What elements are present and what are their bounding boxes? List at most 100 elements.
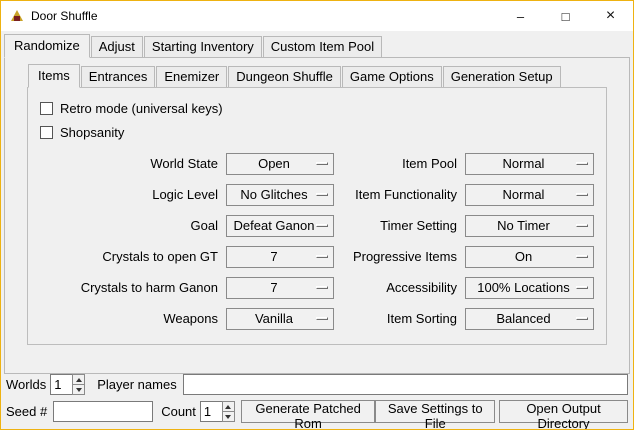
maximize-button[interactable]: □ — [543, 1, 588, 31]
crystals-harm-ganon-dropdown[interactable]: 7 — [226, 277, 334, 299]
weapons-label: Weapons — [40, 303, 218, 334]
progressive-items-value: On — [515, 249, 532, 264]
goal-value: Defeat Ganon — [234, 218, 315, 233]
dropdown-indicator-icon — [316, 162, 328, 165]
items-tab-content: Retro mode (universal keys) Shopsanity W… — [27, 87, 607, 345]
tab-enemizer[interactable]: Enemizer — [156, 66, 227, 87]
close-button[interactable]: × — [588, 1, 633, 31]
shopsanity-checkbox[interactable]: Shopsanity — [40, 120, 594, 144]
worlds-row: Worlds Player names — [6, 373, 628, 396]
tab-entrances[interactable]: Entrances — [81, 66, 156, 87]
spin-up-icon — [225, 405, 231, 409]
bottom-controls: Worlds Player names Seed # Count — [6, 373, 628, 423]
accessibility-label: Accessibility — [342, 272, 457, 303]
weapons-dropdown[interactable]: Vanilla — [226, 308, 334, 330]
dropdown-indicator-icon — [576, 224, 588, 227]
options-grid: World State Open Item Pool Normal Logic … — [40, 148, 594, 334]
item-sorting-dropdown[interactable]: Balanced — [465, 308, 594, 330]
world-state-dropdown[interactable]: Open — [226, 153, 334, 175]
dropdown-indicator-icon — [576, 317, 588, 320]
worlds-spin-up-button[interactable] — [72, 374, 85, 385]
primary-tab-bar: Randomize Adjust Starting Inventory Cust… — [1, 31, 633, 57]
dropdown-indicator-icon — [316, 317, 328, 320]
minimize-button[interactable]: – — [498, 1, 543, 31]
item-functionality-label: Item Functionality — [342, 179, 457, 210]
tab-starting-inventory[interactable]: Starting Inventory — [144, 36, 262, 57]
player-names-label: Player names — [97, 377, 176, 392]
spin-up-icon — [76, 378, 82, 382]
seed-row: Seed # Count Generate Patched Rom Save S… — [6, 400, 628, 423]
tab-items[interactable]: Items — [28, 64, 80, 88]
tab-custom-item-pool[interactable]: Custom Item Pool — [263, 36, 382, 57]
crystals-open-gt-dropdown[interactable]: 7 — [226, 246, 334, 268]
item-functionality-value: Normal — [503, 187, 545, 202]
item-pool-label: Item Pool — [342, 148, 457, 179]
worlds-label: Worlds — [6, 377, 46, 392]
logic-level-label: Logic Level — [40, 179, 218, 210]
crystals-harm-ganon-value: 7 — [270, 280, 277, 295]
dropdown-indicator-icon — [316, 255, 328, 258]
dropdown-indicator-icon — [576, 193, 588, 196]
timer-setting-dropdown[interactable]: No Timer — [465, 215, 594, 237]
worlds-stepper — [50, 374, 85, 395]
save-settings-button[interactable]: Save Settings to File — [375, 400, 495, 423]
dropdown-indicator-icon — [316, 193, 328, 196]
count-stepper — [200, 401, 235, 422]
accessibility-dropdown[interactable]: 100% Locations — [465, 277, 594, 299]
dropdown-indicator-icon — [576, 286, 588, 289]
progressive-items-label: Progressive Items — [342, 241, 457, 272]
open-output-directory-button[interactable]: Open Output Directory — [499, 400, 628, 423]
item-pool-value: Normal — [503, 156, 545, 171]
crystals-open-gt-value: 7 — [270, 249, 277, 264]
crystals-open-gt-label: Crystals to open GT — [40, 241, 218, 272]
worlds-spin-down-button[interactable] — [72, 385, 85, 395]
timer-setting-value: No Timer — [497, 218, 550, 233]
crystals-harm-ganon-label: Crystals to harm Ganon — [40, 272, 218, 303]
dropdown-indicator-icon — [576, 255, 588, 258]
door-shuffle-window: Door Shuffle – □ × Randomize Adjust Star… — [0, 0, 634, 430]
retro-mode-label: Retro mode (universal keys) — [60, 101, 223, 116]
goal-label: Goal — [40, 210, 218, 241]
weapons-value: Vanilla — [255, 311, 293, 326]
player-names-input[interactable] — [183, 374, 628, 395]
world-state-label: World State — [40, 148, 218, 179]
goal-dropdown[interactable]: Defeat Ganon — [226, 215, 334, 237]
dropdown-indicator-icon — [576, 162, 588, 165]
logic-level-value: No Glitches — [240, 187, 307, 202]
titlebar: Door Shuffle – □ × — [1, 1, 633, 31]
seed-input[interactable] — [53, 401, 153, 422]
timer-setting-label: Timer Setting — [342, 210, 457, 241]
window-controls: – □ × — [498, 1, 633, 31]
seed-label: Seed # — [6, 404, 47, 419]
worlds-input[interactable] — [50, 374, 72, 395]
progressive-items-dropdown[interactable]: On — [465, 246, 594, 268]
window-title: Door Shuffle — [31, 9, 98, 23]
spin-down-icon — [225, 415, 231, 419]
tab-randomize[interactable]: Randomize — [4, 34, 90, 58]
item-pool-dropdown[interactable]: Normal — [465, 153, 594, 175]
logic-level-dropdown[interactable]: No Glitches — [226, 184, 334, 206]
tab-adjust[interactable]: Adjust — [91, 36, 143, 57]
item-functionality-dropdown[interactable]: Normal — [465, 184, 594, 206]
count-input[interactable] — [200, 401, 222, 422]
accessibility-value: 100% Locations — [477, 280, 570, 295]
retro-mode-checkbox[interactable]: Retro mode (universal keys) — [40, 96, 594, 120]
count-spin-up-button[interactable] — [222, 401, 235, 412]
shopsanity-label: Shopsanity — [60, 125, 124, 140]
item-sorting-label: Item Sorting — [342, 303, 457, 334]
spin-down-icon — [76, 388, 82, 392]
dropdown-indicator-icon — [316, 224, 328, 227]
checkbox-box-icon — [40, 102, 53, 115]
item-sorting-value: Balanced — [496, 311, 550, 326]
generate-patched-rom-button[interactable]: Generate Patched Rom — [241, 400, 375, 423]
world-state-value: Open — [258, 156, 290, 171]
tab-generation-setup[interactable]: Generation Setup — [443, 66, 561, 87]
secondary-tab-bar: Items Entrances Enemizer Dungeon Shuffle… — [5, 58, 629, 87]
dropdown-indicator-icon — [316, 286, 328, 289]
tab-game-options[interactable]: Game Options — [342, 66, 442, 87]
app-icon — [9, 8, 25, 24]
count-spin-down-button[interactable] — [222, 412, 235, 422]
count-label: Count — [161, 404, 196, 419]
checkbox-box-icon — [40, 126, 53, 139]
tab-dungeon-shuffle[interactable]: Dungeon Shuffle — [228, 66, 341, 87]
